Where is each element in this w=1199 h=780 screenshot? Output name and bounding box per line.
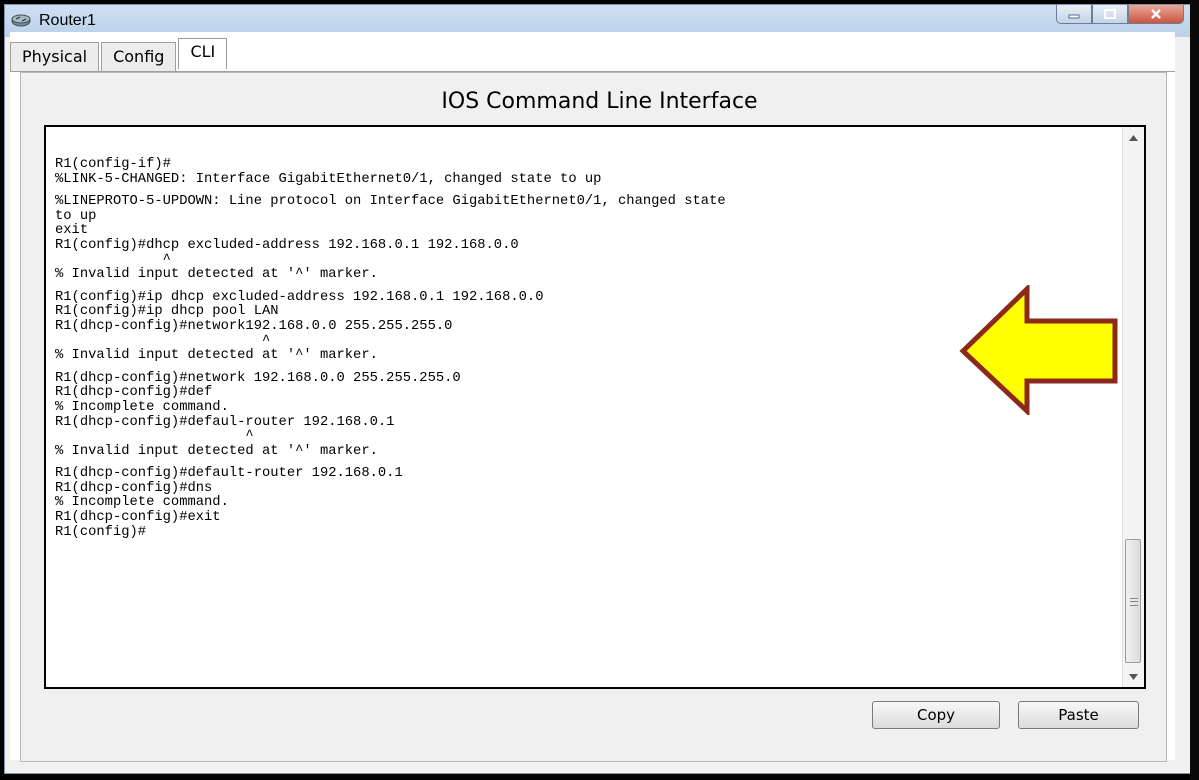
tab-config[interactable]: Config: [101, 42, 177, 71]
window-title: Router1: [39, 12, 96, 29]
minimize-button[interactable]: [1056, 5, 1092, 24]
terminal-scrollbar[interactable]: [1122, 127, 1144, 687]
tab-bar: Physical Config CLI: [10, 38, 229, 72]
terminal-line: % Invalid input detected at '^' marker.: [55, 267, 378, 283]
terminal-line: R1(config)#: [55, 524, 147, 540]
terminal-line: R1(dhcp-config)#exit: [55, 510, 221, 526]
terminal-line: exit: [55, 223, 89, 239]
page-title: IOS Command Line Interface: [441, 89, 758, 114]
scroll-thumb[interactable]: [1125, 539, 1141, 663]
router-icon: [11, 14, 31, 27]
scroll-up-button[interactable]: [1123, 127, 1144, 148]
terminal-line: %LINEPROTO-5-UPDOWN: Line protocol on In…: [55, 194, 726, 210]
terminal-line: R1(config)#dhcp excluded-address 192.168…: [55, 237, 519, 253]
scroll-down-icon: [1129, 673, 1138, 680]
yellow-left-arrow-icon: [959, 285, 1118, 415]
tab-cli[interactable]: CLI: [178, 38, 228, 69]
terminal-top-spacer: [55, 130, 1115, 158]
maximize-button[interactable]: [1092, 5, 1128, 24]
terminal-line: R1(dhcp-config)#defaul-router 192.168.0.…: [55, 414, 395, 430]
terminal-line: R1(config-if)#: [55, 157, 171, 172]
close-button[interactable]: [1128, 5, 1184, 24]
terminal-line: ^: [55, 429, 254, 445]
copy-button[interactable]: Copy: [872, 701, 1000, 729]
paste-button[interactable]: Paste: [1018, 701, 1139, 729]
right-edge: [1190, 0, 1199, 780]
scroll-up-icon: [1129, 134, 1138, 141]
grip-icon: [1130, 598, 1138, 606]
minimize-icon: [1068, 14, 1080, 19]
terminal-line: ^: [55, 252, 171, 268]
maximize-icon: [1104, 9, 1116, 19]
scroll-down-button[interactable]: [1123, 666, 1144, 687]
terminal-line: R1(dhcp-config)#default-router 192.168.0…: [55, 466, 403, 482]
close-icon: [1151, 9, 1161, 19]
tab-physical[interactable]: Physical: [10, 42, 100, 71]
terminal-line: %LINK-5-CHANGED: Interface GigabitEthern…: [55, 171, 602, 187]
terminal-line: to up: [55, 208, 97, 224]
terminal-line: % Incomplete command.: [55, 495, 229, 511]
window-controls: [1056, 5, 1184, 25]
terminal-line: % Invalid input detected at '^' marker.: [55, 443, 378, 459]
